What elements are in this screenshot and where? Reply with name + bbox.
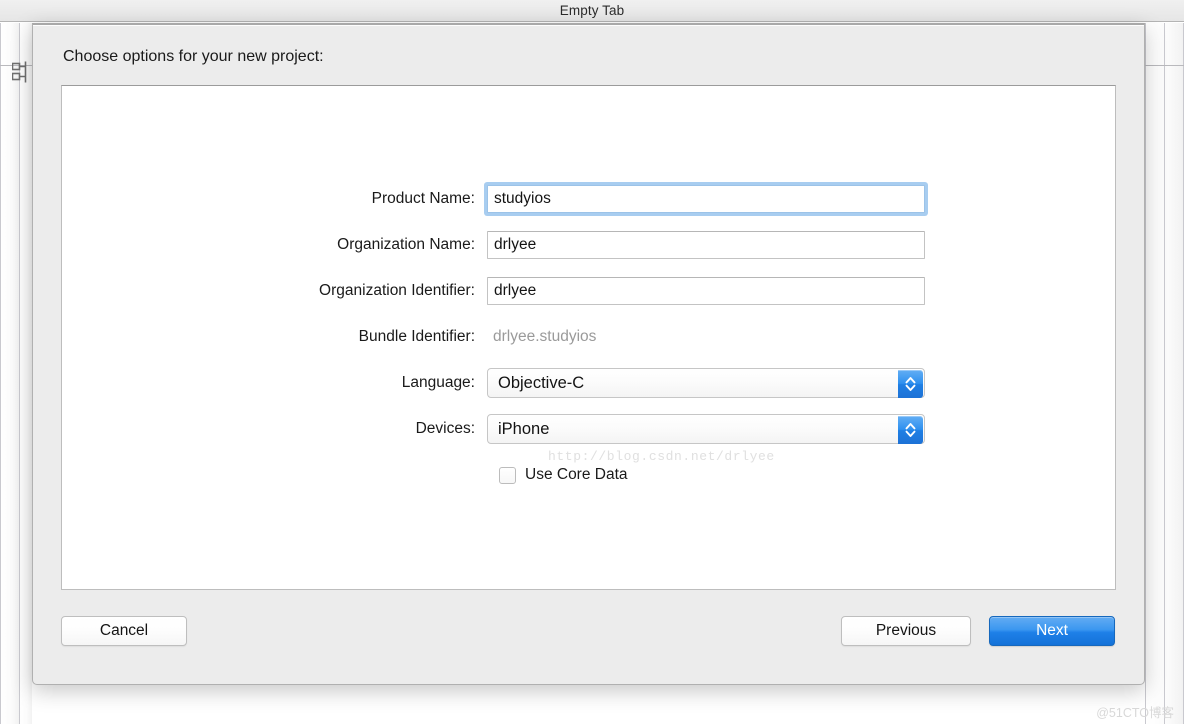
field-wrap-organization-identifier bbox=[487, 277, 925, 305]
pane-divider-right bbox=[1164, 23, 1165, 724]
row-product-name: Product Name: bbox=[62, 176, 1117, 222]
new-project-options-sheet: Choose options for your new project: Pro… bbox=[32, 23, 1145, 685]
field-wrap-product-name bbox=[487, 185, 925, 213]
devices-selected-value: iPhone bbox=[498, 419, 550, 438]
label-devices: Devices: bbox=[415, 420, 475, 437]
row-organization-identifier: Organization Identifier: bbox=[62, 268, 1117, 314]
next-button[interactable]: Next bbox=[989, 616, 1115, 646]
pane-divider-utilities bbox=[1145, 23, 1146, 724]
row-use-core-data: Use Core Data bbox=[62, 452, 1117, 498]
language-stepper-icon[interactable] bbox=[898, 370, 923, 398]
row-language: Language: Objective-C bbox=[62, 360, 1117, 406]
product-name-input[interactable] bbox=[487, 185, 925, 213]
use-core-data-label: Use Core Data bbox=[525, 466, 628, 483]
navigator-pane-background bbox=[1, 23, 19, 724]
field-wrap-organization-name bbox=[487, 231, 925, 259]
use-core-data-checkbox[interactable] bbox=[499, 466, 516, 484]
language-popup-button[interactable]: Objective-C bbox=[487, 368, 925, 398]
language-selected-value: Objective-C bbox=[498, 373, 585, 392]
window-title: Empty Tab bbox=[559, 3, 625, 18]
application-window: Empty Tab Choose options for your new pr… bbox=[0, 0, 1184, 724]
sheet-heading: Choose options for your new project: bbox=[63, 48, 324, 65]
cancel-button[interactable]: Cancel bbox=[61, 616, 187, 646]
label-organization-identifier: Organization Identifier: bbox=[319, 282, 475, 299]
label-organization-name: Organization Name: bbox=[337, 236, 475, 253]
editor-pane-background bbox=[20, 23, 32, 724]
row-bundle-identifier: Bundle Identifier: drlyee.studyios bbox=[62, 314, 1117, 360]
label-language: Language: bbox=[401, 374, 475, 391]
outline-view-icon[interactable] bbox=[12, 61, 29, 83]
pane-divider-left bbox=[0, 23, 1, 724]
previous-button[interactable]: Previous bbox=[841, 616, 971, 646]
organization-name-input[interactable] bbox=[487, 231, 925, 259]
devices-stepper-icon[interactable] bbox=[898, 416, 923, 444]
label-bundle-identifier: Bundle Identifier: bbox=[358, 328, 475, 345]
row-organization-name: Organization Name: bbox=[62, 222, 1117, 268]
label-product-name: Product Name: bbox=[371, 190, 475, 207]
devices-popup-button[interactable]: iPhone bbox=[487, 414, 925, 444]
row-devices: Devices: iPhone bbox=[62, 406, 1117, 452]
organization-identifier-input[interactable] bbox=[487, 277, 925, 305]
project-options-form: Product Name: Organization Name: Organiz… bbox=[62, 176, 1117, 498]
options-content-well: Product Name: Organization Name: Organiz… bbox=[61, 85, 1116, 590]
bundle-identifier-value: drlyee.studyios bbox=[493, 328, 597, 345]
pane-divider-navigator bbox=[19, 23, 20, 724]
window-title-bar: Empty Tab bbox=[0, 0, 1184, 22]
